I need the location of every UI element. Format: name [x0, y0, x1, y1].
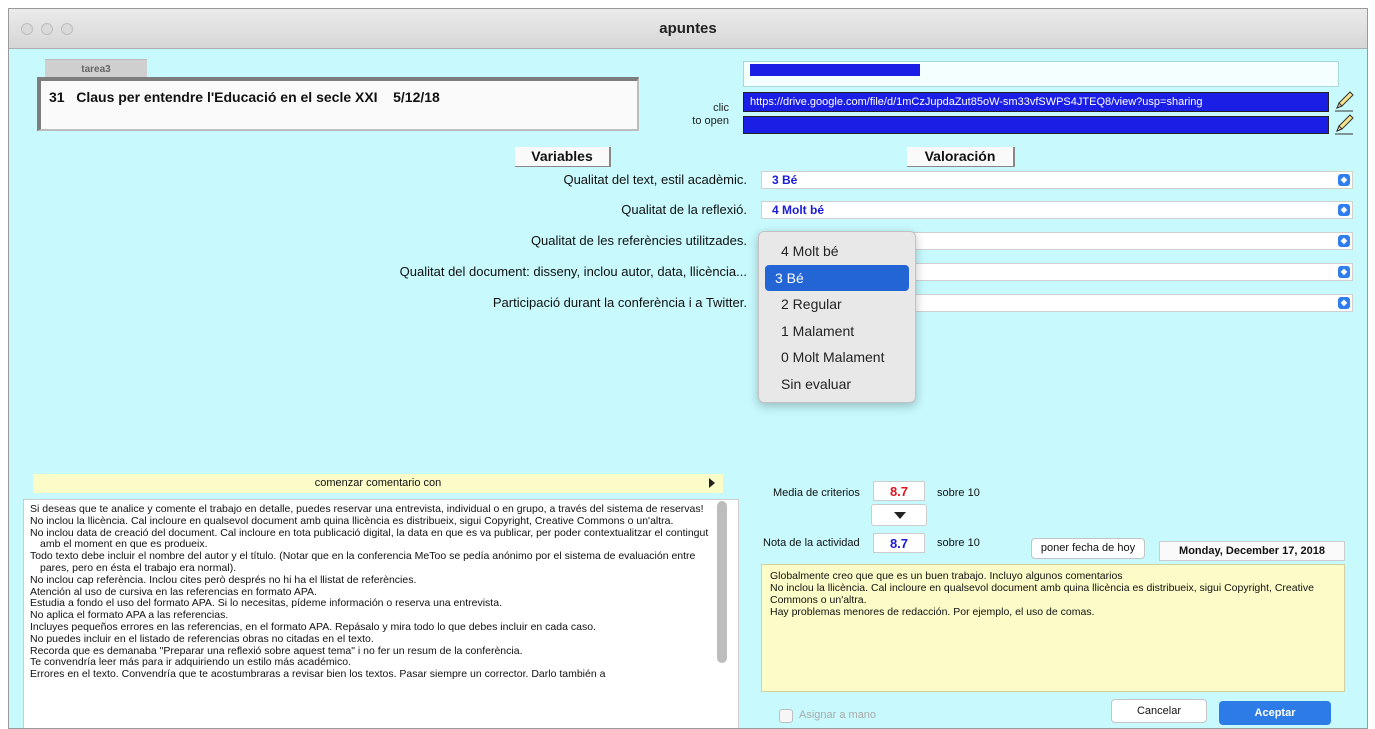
criterion-select[interactable]: 3 Bé ◆ — [761, 171, 1353, 189]
criterion-label: Qualitat de la reflexió. — [621, 202, 747, 217]
disclosure-triangle-icon[interactable] — [709, 478, 715, 488]
pencil-icon[interactable] — [1333, 90, 1355, 112]
dropdown-option-selected[interactable]: 3 Bé — [765, 264, 909, 292]
select-arrow-icon: ◆ — [1338, 297, 1350, 309]
pencil-icon[interactable] — [1333, 113, 1355, 135]
second-link-field[interactable] — [743, 116, 1329, 134]
activity-title: 31 Claus per entendre l'Educació en el s… — [37, 77, 639, 131]
list-item[interactable]: Incluyes pequeños errores en las referen… — [30, 621, 716, 634]
criterion-select[interactable]: 4 Molt bé ◆ — [761, 201, 1353, 219]
select-arrow-icon: ◆ — [1338, 235, 1350, 247]
student-name-redacted — [750, 64, 920, 76]
window-title: apuntes — [659, 20, 717, 37]
list-item[interactable]: No inclou data de creació del document. … — [30, 527, 716, 552]
select-arrow-icon: ◆ — [1338, 266, 1350, 278]
nota-sobre: sobre 10 — [937, 537, 980, 549]
summary-line: Globalmente creo que que es un buen trab… — [770, 570, 1123, 582]
list-item[interactable]: Todo texto debe incluir el nombre del au… — [30, 550, 716, 575]
media-label: Media de criterios — [773, 487, 860, 499]
media-sobre: sobre 10 — [937, 487, 980, 499]
list-item[interactable]: No inclou la llicència. Cal incloure en … — [30, 515, 716, 528]
clic-label: clic — [713, 102, 729, 114]
dropdown-option[interactable]: 0 Molt Malament — [765, 344, 909, 371]
criterion-label: Participació durant la conferència i a T… — [492, 295, 747, 310]
student-name-field — [743, 61, 1339, 87]
comment-list-scrollbar[interactable] — [717, 501, 727, 663]
summary-line: No inclou la llicència. Cal incloure en … — [770, 582, 1314, 606]
dropdown-option[interactable]: Sin evaluar — [765, 371, 909, 398]
dropdown-option[interactable]: 2 Regular — [765, 291, 909, 318]
asignar-label: Asignar a mano — [799, 709, 877, 721]
criterion-label: Qualitat del text, estil acadèmic. — [563, 172, 747, 187]
dropdown-option[interactable]: 1 Malament — [765, 318, 909, 345]
criterion-label: Qualitat del document: disseny, inclou a… — [399, 264, 747, 279]
criterion-value: 4 Molt bé — [772, 203, 825, 217]
comment-starter-popup[interactable]: comenzar comentario con — [33, 474, 723, 493]
variables-header: Variables — [515, 147, 611, 167]
to-open-label: to open — [692, 115, 729, 127]
activity-tab[interactable]: tarea3 — [45, 59, 147, 79]
date-field[interactable]: Monday, December 17, 2018 — [1159, 541, 1345, 561]
select-arrow-icon: ◆ — [1338, 174, 1350, 186]
today-date-button[interactable]: poner fecha de hoy — [1031, 538, 1145, 559]
dropdown-option[interactable]: 4 Molt bé — [765, 238, 909, 265]
summary-line: Hay problemas menores de redacción. Por … — [770, 606, 1095, 618]
criterion-value: 3 Bé — [772, 173, 798, 187]
titlebar: apuntes — [9, 9, 1367, 49]
media-score: 8.7 — [873, 481, 925, 501]
final-comment-textarea[interactable]: Globalmente creo que que es un buen trab… — [761, 564, 1345, 692]
app-window: apuntes tarea3 31 Claus per entendre l'E… — [8, 8, 1368, 729]
valoracion-header: Valoración — [907, 147, 1015, 167]
list-item[interactable]: No inclou cap referència. Inclou cites p… — [30, 574, 716, 587]
comment-library-list[interactable]: Si deseas que te analice y comente el tr… — [23, 499, 739, 728]
copy-average-button[interactable] — [871, 504, 927, 526]
list-item[interactable]: No puedes incluir en el listado de refer… — [30, 633, 716, 646]
asignar-checkbox[interactable] — [779, 709, 793, 723]
list-item[interactable]: Errores en el texto. Convendría que te a… — [30, 668, 716, 681]
dropdown-triangle-icon — [894, 512, 906, 519]
url-link-field[interactable]: https://drive.google.com/file/d/1mCzJupd… — [743, 92, 1329, 112]
clic-to-open-label: clic to open — [629, 102, 729, 128]
nota-input[interactable]: 8.7 — [873, 533, 925, 553]
accept-button[interactable]: Aceptar — [1219, 701, 1331, 725]
nota-label: Nota de la actividad — [763, 537, 860, 549]
select-arrow-icon: ◆ — [1338, 204, 1350, 216]
criterion-label: Qualitat de les referències utilitzades. — [530, 233, 747, 248]
grade-dropdown-menu: 4 Molt bé 3 Bé 2 Regular 1 Malament 0 Mo… — [758, 231, 916, 403]
cancel-button[interactable]: Cancelar — [1111, 699, 1207, 723]
